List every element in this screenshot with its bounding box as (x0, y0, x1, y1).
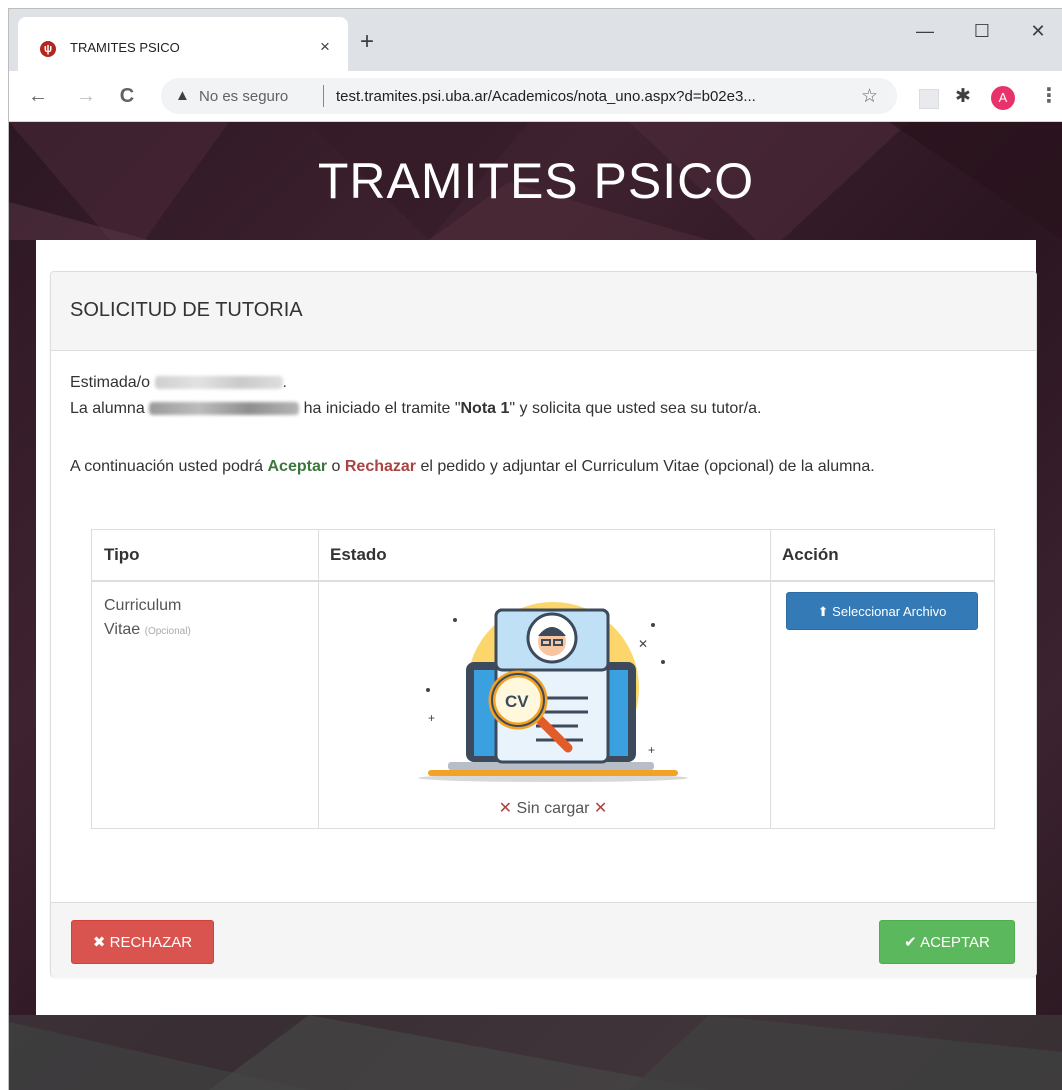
header-divider (92, 580, 994, 582)
panel-title: SOLICITUD DE TUTORIA (70, 299, 303, 321)
student-line-middle: ha iniciado el tramite " (303, 400, 461, 417)
page-viewport: TRAMITES PSICO SOLICITUD DE TUTORIA Esti… (9, 122, 1062, 1090)
cv-illustration-label: CV (505, 692, 529, 711)
greeting-suffix: . (282, 374, 287, 391)
bookmark-star-icon[interactable]: ☆ (861, 85, 878, 108)
svg-text:✕: ✕ (638, 637, 648, 651)
tipo-line1: Curriculum (104, 597, 182, 614)
instructions-prefix: A continuación usted podrá (70, 458, 264, 475)
maximize-icon[interactable]: ☐ (959, 17, 1005, 45)
not-secure-label[interactable]: No es seguro (199, 88, 288, 105)
new-tab-icon[interactable]: + (355, 30, 379, 55)
tab-title: TRAMITES PSICO (70, 40, 180, 55)
browser-tab[interactable]: ψ TRAMITES PSICO × (18, 17, 348, 71)
cv-illustration: ✕ + + CV (418, 602, 688, 782)
svg-text:+: + (428, 711, 435, 725)
site-title: TRAMITES PSICO (317, 153, 755, 209)
greeting-line: Estimada/o . (70, 372, 287, 394)
column-divider (770, 530, 771, 828)
minimize-icon[interactable]: — (902, 17, 948, 45)
browser-window: ψ TRAMITES PSICO × + — ☐ ✕ ← → C ▲ No es… (8, 8, 1062, 1090)
warning-icon: ▲ (175, 87, 190, 104)
url-text[interactable]: test.tramites.psi.uba.ar/Academicos/nota… (336, 88, 756, 105)
accept-button[interactable]: ✔ ACEPTAR (879, 920, 1015, 964)
select-file-button[interactable]: ⬆ Seleccionar Archivo (786, 592, 978, 630)
browser-toolbar: ← → C ▲ No es seguro test.tramites.psi.u… (9, 71, 1062, 122)
back-arrow-icon[interactable]: ← (25, 83, 51, 109)
svg-text:+: + (648, 743, 655, 757)
psi-favicon-icon: ψ (40, 41, 56, 57)
instructions-or: o (331, 458, 341, 475)
reject-label: RECHAZAR (109, 934, 193, 951)
tutoria-panel: SOLICITUD DE TUTORIA Estimada/o . La alu… (50, 271, 1037, 977)
panel-heading: SOLICITUD DE TUTORIA (51, 272, 1036, 351)
content-container: SOLICITUD DE TUTORIA Estimada/o . La alu… (36, 240, 1037, 1015)
tab-strip: ψ TRAMITES PSICO × + — ☐ ✕ (9, 9, 1062, 71)
select-file-label: Seleccionar Archivo (832, 604, 947, 619)
reject-button[interactable]: ✖ RECHAZAR (71, 920, 214, 964)
status-text: Sin cargar (516, 800, 590, 817)
header-estado: Estado (330, 545, 387, 564)
x-icon: ✕ (593, 800, 608, 817)
reject-word: Rechazar (344, 458, 417, 475)
upload-icon: ⬆ (817, 604, 829, 619)
column-divider (318, 530, 319, 828)
tab-close-icon[interactable]: × (314, 36, 336, 58)
address-bar[interactable]: ▲ No es seguro test.tramites.psi.uba.ar/… (161, 78, 897, 114)
header-tipo: Tipo (104, 545, 140, 564)
header-accion: Acción (782, 545, 839, 564)
tipo-line2: Vitae (104, 621, 141, 638)
status-not-loaded: ✕ Sin cargar ✕ (408, 798, 698, 818)
times-icon: ✖ (92, 934, 106, 951)
student-line-prefix: La alumna (70, 400, 145, 417)
redacted-tutor-name (154, 376, 283, 390)
x-icon: ✕ (498, 800, 513, 817)
tramite-name: Nota 1 (460, 400, 510, 417)
cv-table: Tipo Estado Acción Curriculum Vitae (Opc… (91, 529, 995, 829)
extensions-puzzle-icon[interactable]: ✱ (955, 85, 971, 108)
tipo-cell: Curriculum Vitae (Opcional) (104, 594, 304, 644)
instructions-suffix: el pedido y adjuntar el Curriculum Vitae… (420, 458, 875, 475)
optional-note: (Opcional) (144, 626, 191, 637)
extension-icon[interactable] (919, 89, 939, 109)
reload-icon[interactable]: C (114, 83, 140, 109)
menu-kebab-icon[interactable]: ⋮ (1039, 83, 1059, 108)
greeting-prefix: Estimada/o (70, 374, 151, 391)
check-icon: ✔ (904, 934, 917, 951)
accept-word: Aceptar (267, 458, 328, 475)
redacted-student-name (149, 402, 300, 416)
omnibox-separator (323, 85, 324, 107)
panel-footer: ✖ RECHAZAR ✔ ACEPTAR (51, 902, 1036, 977)
accept-label: ACEPTAR (920, 934, 990, 951)
instructions-paragraph: A continuación usted podrá Aceptar o Rec… (70, 456, 1015, 478)
window-close-icon[interactable]: ✕ (1015, 17, 1061, 45)
forward-arrow-icon[interactable]: → (73, 83, 99, 109)
profile-avatar[interactable]: A (991, 86, 1015, 110)
student-line: La alumna ha iniciado el tramite "Nota 1… (70, 398, 761, 420)
student-line-suffix: " y solicita que usted sea su tutor/a. (509, 400, 762, 417)
